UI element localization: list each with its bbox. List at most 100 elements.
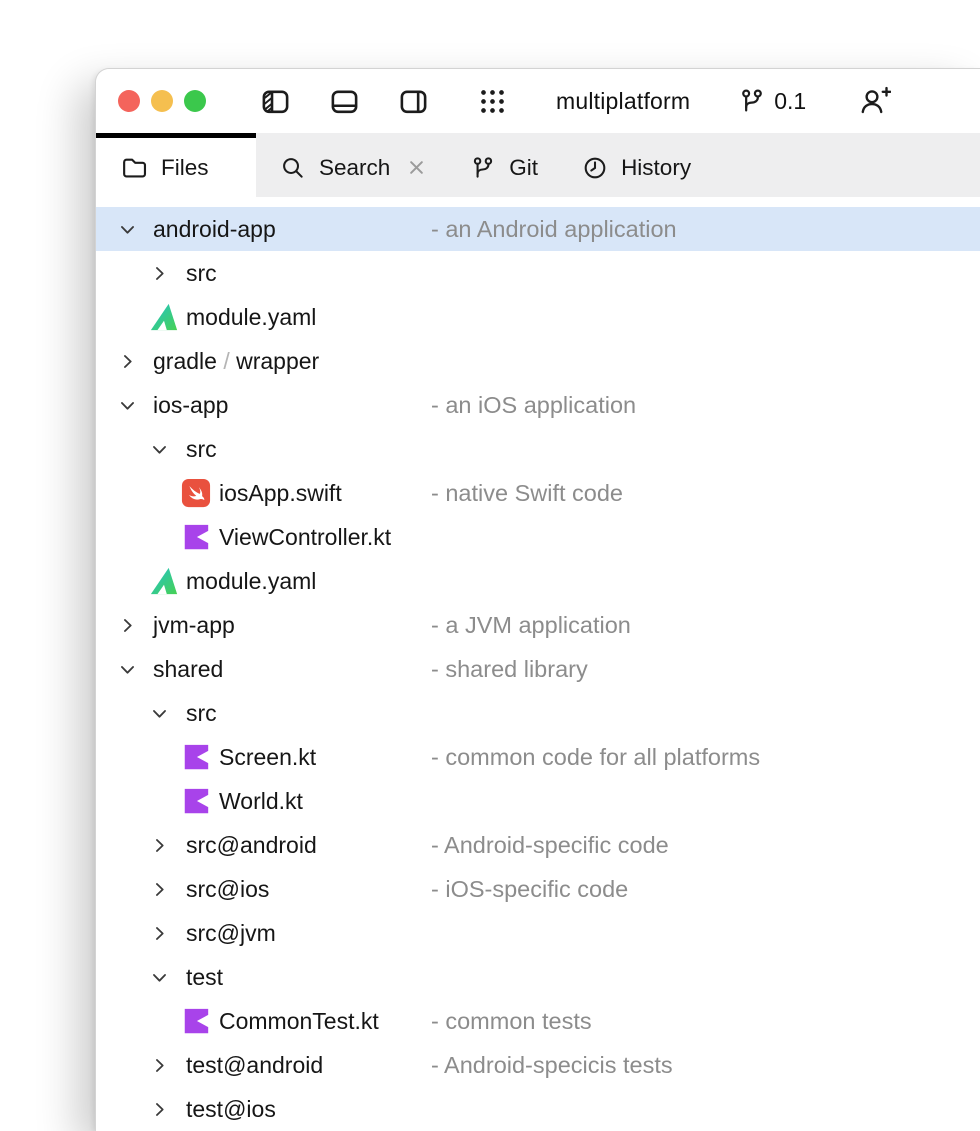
tree-item-label: ios-app xyxy=(153,383,228,427)
tree-item-label: jvm-app xyxy=(153,603,235,647)
tree-row[interactable]: gradle / wrapper xyxy=(96,339,980,383)
tree-row[interactable]: jvm-app - a JVM application xyxy=(96,603,980,647)
tree-item-annotation: - native Swift code xyxy=(431,471,623,515)
tree-row[interactable]: android-app- an Android application xyxy=(96,207,980,251)
path-separator: / xyxy=(217,348,236,374)
tree-row[interactable]: ios-app - an iOS application xyxy=(96,383,980,427)
chevron-down-icon[interactable] xyxy=(119,221,136,238)
left-panel-icon[interactable] xyxy=(260,86,291,117)
tree-item-label: src@android xyxy=(186,823,317,867)
tree-item-annotation: - shared library xyxy=(431,647,588,691)
git-branch-icon xyxy=(738,87,766,115)
search-icon xyxy=(280,155,306,181)
tree-row[interactable]: World.kt xyxy=(96,779,980,823)
bottom-panel-icon[interactable] xyxy=(329,86,360,117)
tree-row[interactable]: src@ios - iOS-specific code xyxy=(96,867,980,911)
amper-module-icon xyxy=(149,566,179,596)
tree-row[interactable]: test xyxy=(96,955,980,999)
tab-files[interactable]: Files xyxy=(96,133,256,197)
chevron-down-icon[interactable] xyxy=(151,969,168,986)
branch-version-label: 0.1 xyxy=(774,88,806,115)
tree-item-annotation: - iOS-specific code xyxy=(431,867,628,911)
tree-row[interactable]: module.yaml xyxy=(96,559,980,603)
tree-item-annotation: - common tests xyxy=(431,999,592,1043)
tree-item-label: src xyxy=(186,691,217,735)
tree-item-label: src@jvm xyxy=(186,911,276,955)
swift-icon xyxy=(181,478,211,508)
tree-row[interactable]: ViewController.kt xyxy=(96,515,980,559)
grid-icon[interactable] xyxy=(479,88,506,115)
kotlin-icon xyxy=(181,522,211,552)
app-window: multiplatform 0.1 xyxy=(95,68,980,1130)
tree-item-label: test@android xyxy=(186,1043,323,1087)
chevron-right-icon[interactable] xyxy=(151,837,168,854)
tree-item-label: World.kt xyxy=(219,779,303,823)
tree-item-label: test xyxy=(186,955,223,999)
tab-label: Files xyxy=(161,155,209,181)
tab-label: Git xyxy=(509,155,538,181)
chevron-down-icon[interactable] xyxy=(151,705,168,722)
tree-item-label: test@ios xyxy=(186,1087,276,1131)
project-title: multiplatform xyxy=(556,88,690,115)
tree-item-label: module.yaml xyxy=(186,559,316,603)
clock-icon xyxy=(582,155,608,181)
git-branch-icon xyxy=(470,155,496,181)
tree-item-label: Screen.kt xyxy=(219,735,316,779)
tree-row[interactable]: src xyxy=(96,251,980,295)
amper-module-icon xyxy=(149,302,179,332)
tree-row[interactable]: Screen.kt - common code for all platforms xyxy=(96,735,980,779)
chevron-right-icon[interactable] xyxy=(151,265,168,282)
tab-history[interactable]: History xyxy=(560,133,713,197)
tree-item-label: ViewController.kt xyxy=(219,515,391,559)
tab-label: Search xyxy=(319,155,390,181)
close-icon[interactable] xyxy=(407,158,426,177)
tree-row[interactable]: shared- shared library xyxy=(96,647,980,691)
chevron-down-icon[interactable] xyxy=(119,397,136,414)
add-user-icon[interactable] xyxy=(858,86,891,116)
tree-item-annotation: - an iOS application xyxy=(431,383,636,427)
title-bar: multiplatform 0.1 xyxy=(96,69,980,133)
chevron-right-icon[interactable] xyxy=(119,617,136,634)
chevron-right-icon[interactable] xyxy=(151,1057,168,1074)
tree-item-label: CommonTest.kt xyxy=(219,999,379,1043)
tree-item-annotation: - an Android application xyxy=(431,207,677,251)
tree-item-annotation: - common code for all platforms xyxy=(431,735,760,779)
tree-row[interactable]: CommonTest.kt - common tests xyxy=(96,999,980,1043)
tree-item-label: src xyxy=(186,427,217,471)
tree-item-annotation: - a JVM application xyxy=(431,603,631,647)
chevron-down-icon[interactable] xyxy=(119,661,136,678)
tree-row[interactable]: src@android- Android-specific code xyxy=(96,823,980,867)
tree-item-label: src@ios xyxy=(186,867,269,911)
tree-row[interactable]: src xyxy=(96,427,980,471)
right-panel-icon[interactable] xyxy=(398,86,429,117)
tree-item-label: gradle / wrapper xyxy=(153,339,319,383)
close-window-button[interactable] xyxy=(118,90,140,112)
folder-icon xyxy=(121,154,148,181)
tree-row[interactable]: iosApp.swift - native Swift code xyxy=(96,471,980,515)
minimize-window-button[interactable] xyxy=(151,90,173,112)
file-tree: android-app- an Android applicationsrcmo… xyxy=(96,197,980,1131)
tree-item-annotation: - Android-specicis tests xyxy=(431,1043,673,1087)
tree-item-label: src xyxy=(186,251,217,295)
tree-row[interactable]: test@android - Android-specicis tests xyxy=(96,1043,980,1087)
tree-row[interactable]: module.yaml xyxy=(96,295,980,339)
tree-row[interactable]: test@ios xyxy=(96,1087,980,1131)
zoom-window-button[interactable] xyxy=(184,90,206,112)
branch-version-chip[interactable]: 0.1 xyxy=(738,87,806,115)
kotlin-icon xyxy=(181,742,211,772)
kotlin-icon xyxy=(181,1006,211,1036)
tree-item-label: module.yaml xyxy=(186,295,316,339)
tab-search[interactable]: Search xyxy=(258,133,448,197)
tab-git[interactable]: Git xyxy=(448,133,560,197)
tool-tab-bar: Files Search xyxy=(96,133,980,197)
chevron-down-icon[interactable] xyxy=(151,441,168,458)
tree-item-label: iosApp.swift xyxy=(219,471,342,515)
chevron-right-icon[interactable] xyxy=(151,881,168,898)
kotlin-icon xyxy=(181,786,211,816)
tree-row[interactable]: src xyxy=(96,691,980,735)
tree-row[interactable]: src@jvm xyxy=(96,911,980,955)
tab-label: History xyxy=(621,155,691,181)
chevron-right-icon[interactable] xyxy=(151,1101,168,1118)
chevron-right-icon[interactable] xyxy=(119,353,136,370)
chevron-right-icon[interactable] xyxy=(151,925,168,942)
